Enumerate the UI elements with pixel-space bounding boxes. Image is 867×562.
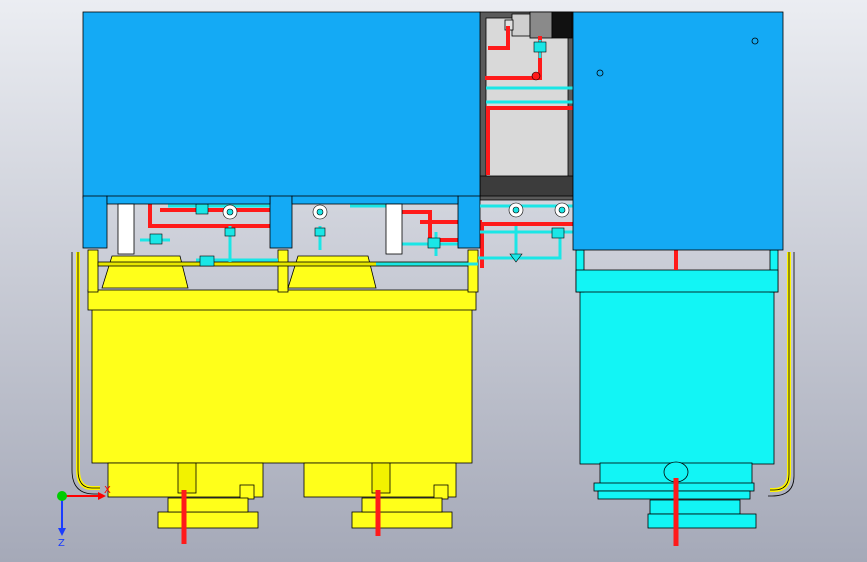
cad-viewport[interactable]: X Z xyxy=(0,0,867,562)
right-cyan-tank xyxy=(575,249,779,465)
cylinder-motor-icon xyxy=(504,11,573,39)
cad-scene[interactable]: X Z xyxy=(0,0,867,562)
axis-x-label: X xyxy=(104,485,111,496)
right-blue-panel xyxy=(572,11,784,251)
axis-z-label: Z xyxy=(58,538,65,549)
